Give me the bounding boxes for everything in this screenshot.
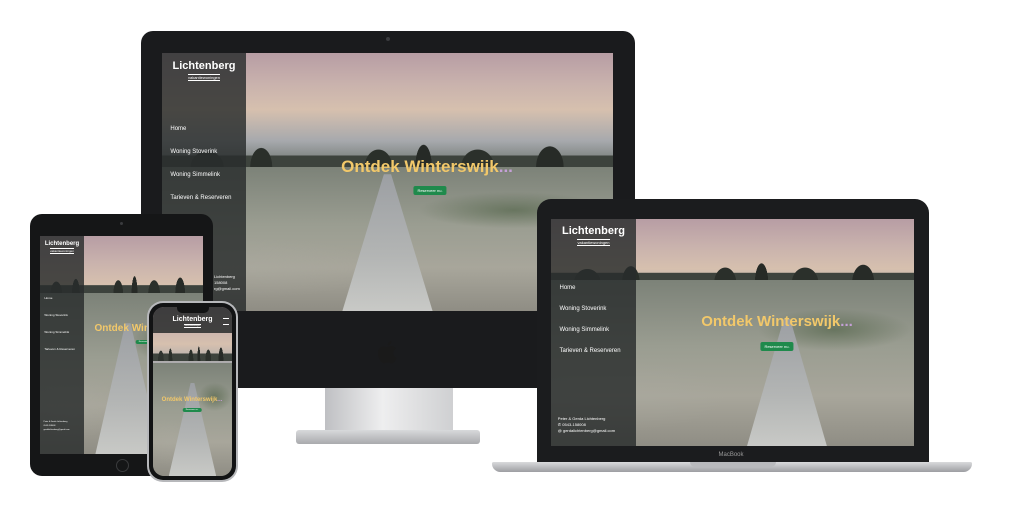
nav-woning-simmelink[interactable]: Woning Simmelink — [560, 327, 610, 333]
ipad-camera — [120, 222, 123, 225]
contact-names: Lichtenberg — [214, 274, 235, 279]
brand-title[interactable]: Lichtenberg — [40, 241, 84, 247]
brand-title[interactable]: Lichtenberg — [551, 225, 636, 237]
nav-woning-simmelink[interactable]: Woning Simmelink — [170, 172, 220, 178]
hero-headline: Ontdek Winterswijk... — [701, 313, 853, 330]
contact-email[interactable]: @ gerdalichtenberg@gmail.com — [558, 428, 615, 433]
contact-phone: ✆ 0543-158008 — [557, 422, 586, 427]
contact-email[interactable]: rg@gmail.com — [214, 286, 240, 291]
sidebar: Lichtenberg vakantiewoningen Home Woning… — [551, 219, 636, 446]
contact-names: Peter & Gerda Lichtenberg — [43, 421, 68, 423]
nav-woning-stoverink[interactable]: Woning Stoverink — [170, 149, 217, 155]
contact-phone: 0543-158008 — [43, 425, 56, 427]
brand-tagline: vakantiewoningen — [577, 239, 610, 246]
nav-home[interactable]: Home — [560, 285, 576, 291]
apple-logo-icon — [378, 341, 397, 364]
reserve-button[interactable]: Reserveer nu. — [760, 342, 794, 351]
imac-stand — [325, 388, 453, 434]
imac-stand-foot — [296, 430, 480, 444]
contact-names: Peter & Gerda Lichtenberg — [557, 416, 606, 421]
iphone-screen: Lichtenberg vakantiewoningen Ontdek Wint… — [153, 307, 232, 476]
brand-tagline: vakantiewoningen — [184, 324, 201, 328]
treeline — [153, 344, 232, 362]
hamburger-menu-icon[interactable] — [223, 318, 229, 325]
brand-title[interactable]: Lichtenberg — [162, 60, 246, 72]
nav-woning-simmelink[interactable]: Woning Simmelink — [44, 330, 69, 334]
hero-headline: Ontdek Winterswijk... — [341, 157, 513, 176]
brand-tagline: vakantiewoningen — [49, 248, 75, 254]
macbook-screen: Lichtenberg vakantiewoningen Home Woning… — [551, 219, 914, 446]
contact-email[interactable]: gerdalichtenberg@gmail.com — [44, 429, 70, 431]
ipad-home-button[interactable] — [116, 459, 129, 472]
macbook-label: MacBook — [718, 452, 744, 458]
nav-home[interactable]: Home — [44, 296, 52, 300]
nav-woning-stoverink[interactable]: Woning Stoverink — [44, 313, 67, 317]
iphone-notch — [177, 307, 209, 313]
brand-tagline: vakantiewoningen — [187, 74, 221, 81]
imac-camera — [386, 37, 390, 41]
reserve-button[interactable]: Reserveer nu. — [413, 186, 447, 195]
brand-title[interactable]: Lichtenberg — [153, 316, 232, 323]
sidebar: Lichtenberg vakantiewoningen Home Woning… — [40, 236, 84, 454]
hero-headline: Ontdek Winterswijk... — [161, 397, 223, 403]
contact-phone: 158008 — [214, 280, 228, 285]
reserve-button[interactable]: Reserveer nu. — [182, 408, 202, 412]
nav-tarieven-reserveren[interactable]: Tarieven & Reserveren — [44, 347, 75, 351]
nav-tarieven-reserveren[interactable]: Tarieven & Reserveren — [170, 195, 231, 201]
nav-tarieven-reserveren[interactable]: Tarieven & Reserveren — [560, 348, 621, 354]
nav-home[interactable]: Home — [170, 126, 186, 132]
nav-woning-stoverink[interactable]: Woning Stoverink — [560, 306, 607, 312]
macbook-notch — [690, 462, 776, 467]
